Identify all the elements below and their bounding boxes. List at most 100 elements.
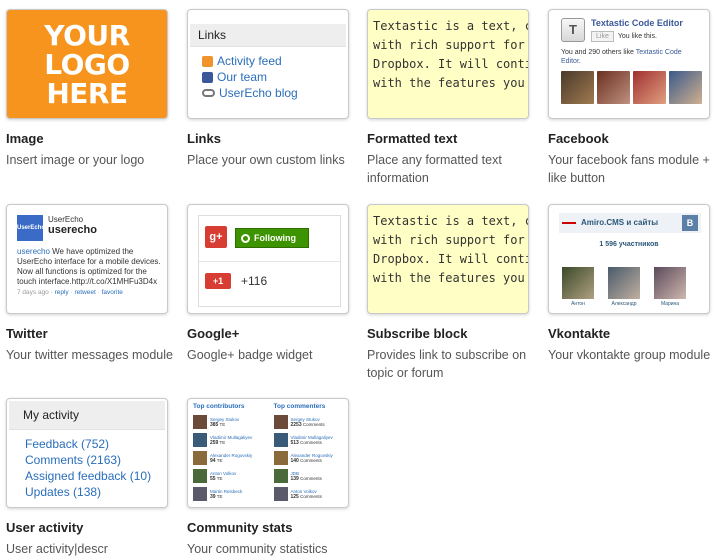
vk-member: Антон bbox=[561, 267, 595, 307]
activity-header: My activity bbox=[9, 401, 165, 430]
tile-title[interactable]: Community stats bbox=[187, 520, 349, 535]
user-avatar bbox=[273, 433, 288, 447]
user-activity-thumbnail[interactable]: My activity Feedback (752) Comments (216… bbox=[6, 398, 168, 508]
tile-title[interactable]: Facebook bbox=[548, 131, 710, 146]
tweet-favorite: favorite bbox=[101, 289, 123, 296]
score-unit: TE bbox=[219, 439, 226, 445]
formatted-text-thumbnail[interactable]: Textastic is a text, code and with rich … bbox=[367, 9, 529, 119]
score-unit: Comments bbox=[300, 439, 322, 445]
member-name: Александр bbox=[611, 301, 637, 307]
stats-text: Alexander Rogovskiy 94 TE bbox=[210, 453, 252, 464]
community-stats-thumbnail[interactable]: Top contributors Sergey Stukov 385 TE Vlad… bbox=[187, 398, 349, 508]
links-thumbnail[interactable]: Links Activity feed Our team UserEcho bl… bbox=[187, 9, 349, 119]
user-score: 385 TE bbox=[210, 422, 239, 428]
stats-row: Sergey Stukov 385 TE bbox=[193, 413, 268, 431]
sample-text: Textastic is a text, code and with rich … bbox=[368, 205, 528, 288]
link-label: UserEcho blog bbox=[219, 86, 298, 100]
widget-tile-twitter[interactable]: UserEcho UserEcho userecho userecho We h… bbox=[6, 204, 173, 364]
score-value: 259 bbox=[210, 439, 219, 446]
widget-tile-user-activity[interactable]: My activity Feedback (752) Comments (216… bbox=[6, 398, 168, 558]
stats-columns: Top contributors Sergey Stukov 385 TE Vlad… bbox=[188, 399, 348, 503]
widget-tile-links[interactable]: Links Activity feed Our team UserEcho bl… bbox=[187, 9, 349, 169]
score-unit: TE bbox=[216, 457, 223, 463]
tile-description: Your vkontakte group module bbox=[548, 348, 711, 362]
widget-tile-formatted-text[interactable]: Textastic is a text, code and with rich … bbox=[367, 9, 529, 187]
member-photo bbox=[562, 267, 594, 299]
text-line: Textastic is a text, code and bbox=[373, 19, 528, 33]
tile-title[interactable]: Vkontakte bbox=[548, 326, 710, 341]
circle-icon bbox=[241, 234, 250, 243]
image-thumbnail[interactable]: YOUR LOGO HERE bbox=[6, 9, 168, 119]
vk-member: Марина bbox=[653, 267, 687, 307]
tile-title[interactable]: Formatted text bbox=[367, 131, 529, 146]
tile-title[interactable]: Image bbox=[6, 131, 168, 146]
tile-description: Provides link to subscribe on topic or f… bbox=[367, 348, 527, 380]
tile-description: Google+ badge widget bbox=[187, 348, 313, 362]
logo-line: HERE bbox=[46, 76, 128, 110]
tile-description: User activity|descr bbox=[6, 542, 108, 556]
tile-title[interactable]: Links bbox=[187, 131, 349, 146]
logo-line: YOUR bbox=[44, 18, 130, 52]
fb-others-suffix: . bbox=[578, 58, 581, 65]
twitter-thumbnail[interactable]: UserEcho UserEcho userecho userecho We h… bbox=[6, 204, 168, 314]
link-item: Our team bbox=[202, 69, 348, 85]
score-unit: Comments bbox=[300, 475, 322, 481]
member-photo bbox=[608, 267, 640, 299]
stats-row: JDB 139 Comments bbox=[273, 467, 349, 485]
tweet-meta: 7 days ago · reply · retweet · favorite bbox=[17, 289, 123, 296]
tile-title[interactable]: Subscribe block bbox=[367, 326, 529, 341]
follow-label: Following bbox=[254, 233, 296, 243]
user-score: 140 Comments bbox=[291, 458, 333, 464]
fb-page-name: Textastic Code Editor bbox=[591, 18, 683, 28]
stats-row: Sergey Stukov 2253 Comments bbox=[273, 413, 349, 431]
user-score: 259 TE bbox=[210, 440, 252, 446]
widget-tile-googleplus[interactable]: g+ Following +1 +116 Google+ Google+ bad… bbox=[187, 204, 349, 364]
tweet-text: userecho We have optimized the UserEcho … bbox=[7, 241, 167, 287]
score-unit: TE bbox=[216, 475, 223, 481]
score-value: 125 bbox=[290, 493, 299, 500]
activity-item: Comments (2163) bbox=[25, 453, 122, 467]
fb-like-button: Like bbox=[591, 31, 614, 42]
user-avatar bbox=[193, 415, 207, 429]
fan-avatar bbox=[633, 71, 666, 104]
googleplus-thumbnail[interactable]: g+ Following +1 +116 bbox=[187, 204, 349, 314]
user-avatar bbox=[273, 487, 288, 501]
activity-item: Feedback (752) bbox=[25, 437, 110, 451]
score-value: 385 bbox=[210, 421, 219, 428]
subscribe-thumbnail[interactable]: Textastic is a text, code and with rich … bbox=[367, 204, 529, 314]
tile-title[interactable]: User activity bbox=[6, 520, 168, 535]
facebook-thumbnail[interactable]: T Textastic Code Editor Like You like th… bbox=[548, 9, 710, 119]
gplus-badge: g+ Following +1 +116 bbox=[198, 215, 341, 307]
vkontakte-thumbnail[interactable]: Amiro.CMS и сайты В 1 596 участников Ант… bbox=[548, 204, 710, 314]
tile-description: Place your own custom links bbox=[187, 153, 345, 167]
user-score: 139 Comments bbox=[291, 476, 322, 482]
user-avatar bbox=[273, 469, 288, 483]
score-unit: TE bbox=[216, 493, 223, 499]
tile-title[interactable]: Twitter bbox=[6, 326, 168, 341]
stats-text: Anton Volkov 125 Comments bbox=[291, 489, 322, 500]
stats-text: Martin Reisbeck 39 TE bbox=[210, 489, 242, 500]
fan-avatar bbox=[561, 71, 594, 104]
score-unit: TE bbox=[219, 421, 226, 427]
widget-tile-facebook[interactable]: T Textastic Code Editor Like You like th… bbox=[548, 9, 710, 187]
text-line: Dropbox. It will continue to bbox=[373, 57, 528, 71]
text-line: with the features you need bbox=[373, 76, 528, 90]
widget-tile-community-stats[interactable]: Top contributors Sergey Stukov 385 TE Vlad… bbox=[187, 398, 349, 558]
link-item: UserEcho blog bbox=[202, 85, 348, 101]
link-item: Activity feed bbox=[202, 53, 348, 69]
tweet-user: userecho bbox=[17, 247, 50, 256]
tile-title[interactable]: Google+ bbox=[187, 326, 349, 341]
text-line: with rich support for syntax bbox=[373, 233, 528, 247]
score-unit: Comments bbox=[302, 421, 325, 427]
widget-tile-image[interactable]: YOUR LOGO HERE Image Insert image or you… bbox=[6, 9, 168, 169]
tile-description: Your facebook fans module + like button bbox=[548, 153, 710, 185]
widget-tile-subscribe[interactable]: Textastic is a text, code and with rich … bbox=[367, 204, 529, 382]
plus-one-button: +1 bbox=[205, 273, 231, 289]
widget-tile-vkontakte[interactable]: Amiro.CMS и сайты В 1 596 участников Ант… bbox=[548, 204, 710, 364]
fb-likes-summary: You and 290 others like Textastic Code E… bbox=[549, 42, 709, 66]
column-title: Top contributors bbox=[193, 403, 245, 410]
chain-link-icon bbox=[202, 89, 215, 97]
user-avatar bbox=[193, 451, 207, 465]
user-avatar bbox=[193, 433, 207, 447]
score-value: 140 bbox=[290, 457, 299, 464]
